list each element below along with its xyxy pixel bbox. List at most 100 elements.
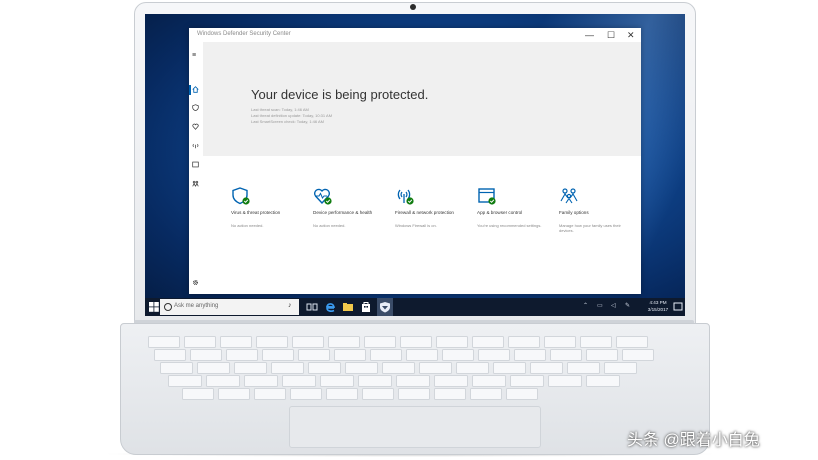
tile-status: Manage how your family uses their device… <box>559 223 621 233</box>
edge-browser-icon[interactable] <box>323 300 337 314</box>
keyboard-key <box>622 349 654 361</box>
keyboard-key <box>434 375 468 387</box>
keyboard-key <box>472 336 504 348</box>
keyboard-key <box>436 336 468 348</box>
keyboard-key <box>398 388 430 400</box>
status-hero: Your device is being protected. Last thr… <box>203 42 641 156</box>
windows-start-icon[interactable] <box>149 302 159 312</box>
minimize-button[interactable]: — <box>585 29 594 41</box>
keyboard-key <box>472 375 506 387</box>
keyboard-key <box>508 336 540 348</box>
pen-workspace-icon[interactable]: ✎ <box>625 302 630 309</box>
chevron-up-icon[interactable]: ⌃ <box>583 302 588 309</box>
taskbar: Ask me anything ♪ ⌃ ▭ ◁ ✎ 4:43 PM 3/15/2… <box>145 298 685 316</box>
sidebar-item-app-browser[interactable] <box>192 161 199 171</box>
keyboard-key <box>334 349 366 361</box>
sidebar-item-settings[interactable] <box>192 279 199 289</box>
keyboard-key <box>506 388 538 400</box>
keyboard-key <box>290 388 322 400</box>
hamburger-icon[interactable]: ≡ <box>192 52 196 60</box>
watermark-text: 头条 @跟着小白兔 <box>627 432 760 449</box>
sidebar-item-home[interactable] <box>192 86 199 96</box>
store-icon[interactable] <box>359 300 373 314</box>
network-icon <box>192 143 199 149</box>
keyboard-key <box>493 362 526 374</box>
laptop-screen: Windows Defender Security Center — ☐ ✕ ≡ <box>145 14 685 316</box>
action-center-icon[interactable] <box>673 300 683 314</box>
keyboard-key <box>271 362 304 374</box>
keyboard-key <box>382 362 415 374</box>
keyboard-key <box>616 336 648 348</box>
keyboard-key <box>182 388 214 400</box>
tile-label: Family options <box>559 210 589 215</box>
browser-window-icon <box>478 188 496 205</box>
shield-icon <box>232 187 250 205</box>
keyboard-key <box>184 336 216 348</box>
sidebar-nav: ≡ <box>189 42 203 294</box>
keyboard-key <box>510 375 544 387</box>
sidebar-item-virus-protection[interactable] <box>192 104 199 114</box>
home-icon <box>192 86 199 93</box>
selected-indicator <box>189 85 191 95</box>
defender-shield-icon[interactable] <box>378 300 392 314</box>
keyboard-key <box>226 349 258 361</box>
keyboard-key <box>262 349 294 361</box>
volume-icon[interactable]: ◁ <box>611 302 616 309</box>
cortana-search-box[interactable]: Ask me anything ♪ <box>160 299 299 315</box>
keyboard-key <box>358 375 392 387</box>
network-tray-icon[interactable]: ▭ <box>597 302 603 309</box>
keyboard-key <box>206 375 240 387</box>
family-icon <box>560 188 578 204</box>
tile-status: No action needed. <box>313 223 346 228</box>
keyboard-key <box>406 349 438 361</box>
keyboard-key <box>364 336 396 348</box>
keyboard-key <box>220 336 252 348</box>
wireless-antenna-icon <box>397 189 414 205</box>
heart-pulse-icon <box>313 188 332 205</box>
heart-icon <box>192 123 199 130</box>
tile-label: App & browser control <box>477 210 523 215</box>
file-explorer-icon[interactable] <box>341 300 355 314</box>
keyboard-key <box>326 388 358 400</box>
app-browser-icon <box>192 161 199 168</box>
keyboard-key <box>148 336 180 348</box>
sidebar-item-device-health[interactable] <box>192 123 199 133</box>
keyboard-key <box>419 362 452 374</box>
keyboard <box>148 336 678 400</box>
keyboard-key <box>514 349 546 361</box>
keyboard-key <box>154 349 186 361</box>
keyboard-key <box>400 336 432 348</box>
close-button[interactable]: ✕ <box>627 29 635 41</box>
keyboard-key <box>328 336 360 348</box>
keyboard-key <box>442 349 474 361</box>
keyboard-key <box>396 375 430 387</box>
keyboard-key <box>320 375 354 387</box>
maximize-button[interactable]: ☐ <box>607 29 615 41</box>
keyboard-key <box>168 375 202 387</box>
keyboard-key <box>256 336 288 348</box>
keyboard-key <box>160 362 193 374</box>
keyboard-key <box>604 362 637 374</box>
window-titlebar[interactable]: Windows Defender Security Center — ☐ ✕ <box>189 28 641 42</box>
security-center-window: Windows Defender Security Center — ☐ ✕ ≡ <box>189 28 641 294</box>
hero-status-line: Last threat scan: Today, 1:46 AM <box>251 107 309 112</box>
keyboard-key <box>580 336 612 348</box>
microphone-icon[interactable]: ♪ <box>288 302 292 309</box>
page-title: Your device is being protected. <box>251 87 429 102</box>
clock-date: 3/15/2017 <box>647 307 669 312</box>
sidebar-item-firewall[interactable] <box>192 142 199 152</box>
keyboard-key <box>234 362 267 374</box>
gear-icon <box>192 279 199 286</box>
keyboard-key <box>586 375 620 387</box>
keyboard-key <box>244 375 278 387</box>
keyboard-key <box>254 388 286 400</box>
keyboard-key <box>530 362 563 374</box>
sidebar-item-family[interactable] <box>192 180 199 190</box>
tile-status: You're using recommended settings. <box>477 223 542 228</box>
keyboard-key <box>292 336 324 348</box>
taskbar-clock[interactable]: 4:43 PM 3/15/2017 <box>645 299 671 313</box>
clock-time: 4:43 PM <box>649 300 667 305</box>
task-view-icon[interactable] <box>305 300 319 314</box>
keyboard-key <box>478 349 510 361</box>
keyboard-key <box>345 362 378 374</box>
